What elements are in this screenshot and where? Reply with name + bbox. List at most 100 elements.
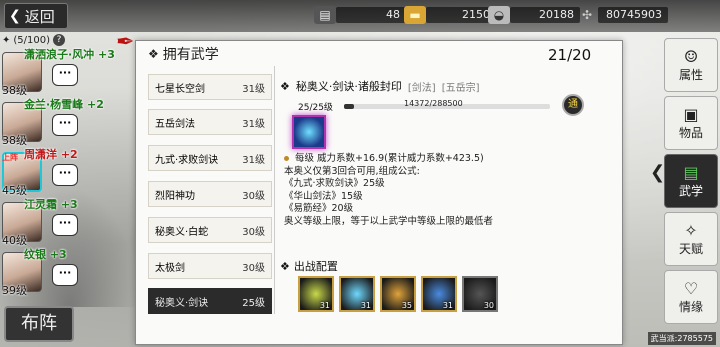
skill-type-tag: [剑法] <box>407 82 436 94</box>
team-count: (5/100) <box>13 34 51 46</box>
hero-card[interactable]: 江灵霜 +3 40级 ··· <box>0 196 120 247</box>
skill-school-tag: [五岳宗] <box>441 82 480 94</box>
skill-detail-name: 秘奥义·剑诀·诸般封印 <box>295 80 402 93</box>
desc-line: 本奥义仅第3回合可用,组成公式: <box>284 165 420 177</box>
silver-counter[interactable]: ◒ 20188 <box>488 5 580 25</box>
hero-name: 江灵霜 +3 <box>24 198 78 211</box>
coin-value: 80745903 <box>598 7 668 23</box>
skill-item[interactable]: 太极剑 30级 <box>148 253 272 279</box>
skill-level: 30级 <box>242 190 265 202</box>
skill-level: 25级 <box>242 297 265 309</box>
deploy-slot[interactable]: 31 <box>421 276 457 312</box>
chat-bubble-icon[interactable]: ··· <box>52 164 78 186</box>
skill-item-selected[interactable]: 秘奥义·剑诀 25级 <box>148 288 272 314</box>
gold-value: 2150 <box>426 7 496 23</box>
diamond-icon: ❖ <box>148 47 159 61</box>
chat-bubble-icon[interactable]: ··· <box>52 214 78 236</box>
footer-id: 武当派:2785575 <box>647 332 716 345</box>
hero-name: 纹银 +3 <box>24 248 67 261</box>
deploy-slot[interactable]: 35 <box>380 276 416 312</box>
deployed-tag: 上阵 <box>2 153 18 162</box>
skill-level: 30级 <box>242 262 265 274</box>
chat-bubble-icon[interactable]: ··· <box>52 64 78 86</box>
deploy-slots: 31 31 35 31 30 <box>298 276 498 312</box>
team-header: ✦ (5/100) ? <box>2 34 66 46</box>
chat-bubble-icon[interactable]: ··· <box>52 264 78 286</box>
heart-icon: ♡ <box>683 278 699 298</box>
tab-label: 天赋 <box>678 241 703 256</box>
skill-description: 每级 威力系数+16.9(累计威力系数+423.5) 本奥义仅第3回合可用,组成… <box>284 153 493 228</box>
person-icon: ☺ <box>683 46 699 66</box>
tab-talent[interactable]: ✧ 天赋 <box>664 212 718 266</box>
skill-name: 太极剑 <box>155 262 185 274</box>
silver-ingot-icon: ◒ <box>488 6 510 24</box>
tab-label: 情缘 <box>678 299 703 314</box>
coin-icon: ✣ <box>581 8 593 22</box>
team-icon: ✦ <box>2 34 11 46</box>
tab-attributes[interactable]: ☺ 属性 <box>664 38 718 92</box>
tab-martial-arts[interactable]: ▤ 武学 <box>664 154 718 208</box>
diamond-icon: ❖ <box>280 79 290 93</box>
back-label: 返回 <box>24 7 55 26</box>
chevron-left-icon: ❮ <box>9 8 21 24</box>
slot-level: 35 <box>401 301 412 310</box>
help-icon[interactable]: ? <box>53 34 66 46</box>
chest-icon: ▤ <box>314 6 336 24</box>
bullet-icon <box>284 156 289 161</box>
ink-brush-icon: ✒ <box>116 30 135 55</box>
desc-line: 奥义等级上限，等于以上武学中等级上限的最低者 <box>284 215 494 227</box>
hero-name: 金兰·杨雪峰 +2 <box>24 98 104 111</box>
hero-name: 周潇洋 +2 <box>24 148 78 161</box>
skill-item[interactable]: 五岳剑法 31级 <box>148 109 272 135</box>
silver-value: 20188 <box>510 7 580 23</box>
gold-counter[interactable]: ▬ 2150 <box>404 5 496 25</box>
back-button[interactable]: ❮ 返回 <box>4 3 68 29</box>
bag-icon: ▣ <box>683 104 699 124</box>
tab-label: 武学 <box>678 183 703 198</box>
exp-bar-fill <box>344 104 355 109</box>
skill-item[interactable]: 烈阳神功 30级 <box>148 181 272 207</box>
desc-line: 《华山剑法》15级 <box>284 190 363 202</box>
deploy-slot[interactable]: 30 <box>462 276 498 312</box>
skill-icon[interactable] <box>292 115 326 149</box>
hero-card-selected[interactable]: 上阵 周潇洋 +2 45级 ··· <box>0 146 120 197</box>
slot-level: 30 <box>483 301 494 310</box>
chest-value: 48 <box>336 7 406 23</box>
hero-card[interactable]: 潇洒浪子·风冲 +3 38级 ··· <box>0 46 120 97</box>
book-icon: ▤ <box>683 162 699 182</box>
deploy-slot[interactable]: 31 <box>298 276 334 312</box>
master-badge[interactable]: 通 <box>562 94 584 116</box>
tab-label: 属性 <box>678 67 703 82</box>
deploy-label: 出战配置 <box>293 260 338 273</box>
desc-line: 《九式·求败剑诀》25级 <box>284 178 385 189</box>
deploy-slot[interactable]: 31 <box>339 276 375 312</box>
panel-title-text: 拥有武学 <box>162 47 219 63</box>
chest-counter[interactable]: ▤ 48 <box>314 5 406 25</box>
divider <box>274 66 275 314</box>
exp-text: 14372/288500 <box>404 99 463 108</box>
hero-level: 39级 <box>2 284 27 297</box>
skill-name: 七星长空剑 <box>155 83 205 95</box>
desc-line-text: 每级 威力系数+16.9(累计威力系数+423.5) <box>295 153 484 164</box>
skill-level: 31级 <box>242 83 265 95</box>
chevron-left-icon: ❮ <box>650 162 666 183</box>
hero-card[interactable]: 纹银 +3 39级 ··· <box>0 246 120 297</box>
slot-level: 31 <box>360 301 371 310</box>
tab-bonds[interactable]: ♡ 情缘 <box>664 270 718 324</box>
fan-icon: ✧ <box>684 220 698 240</box>
skill-level: 31级 <box>242 154 265 166</box>
skill-item[interactable]: 七星长空剑 31级 <box>148 74 272 100</box>
slot-level: 31 <box>442 301 453 310</box>
skill-level: 31级 <box>242 118 265 130</box>
formation-button[interactable]: 布阵 <box>4 306 74 342</box>
chat-bubble-icon[interactable]: ··· <box>52 114 78 136</box>
deploy-config-header: ❖ 出战配置 <box>280 258 338 274</box>
desc-line: 每级 威力系数+16.9(累计威力系数+423.5) <box>284 153 493 166</box>
skill-item[interactable]: 九式·求败剑诀 31级 <box>148 145 272 171</box>
coin-counter[interactable]: ✣ 80745903 <box>576 5 668 25</box>
desc-line: 《易筋经》20级 <box>284 203 354 214</box>
skill-item[interactable]: 秘奥义·白蛇 30级 <box>148 217 272 243</box>
tab-items[interactable]: ▣ 物品 <box>664 96 718 150</box>
hero-name: 潇洒浪子·风冲 +3 <box>24 48 115 61</box>
hero-card[interactable]: 金兰·杨雪峰 +2 38级 ··· <box>0 96 120 147</box>
